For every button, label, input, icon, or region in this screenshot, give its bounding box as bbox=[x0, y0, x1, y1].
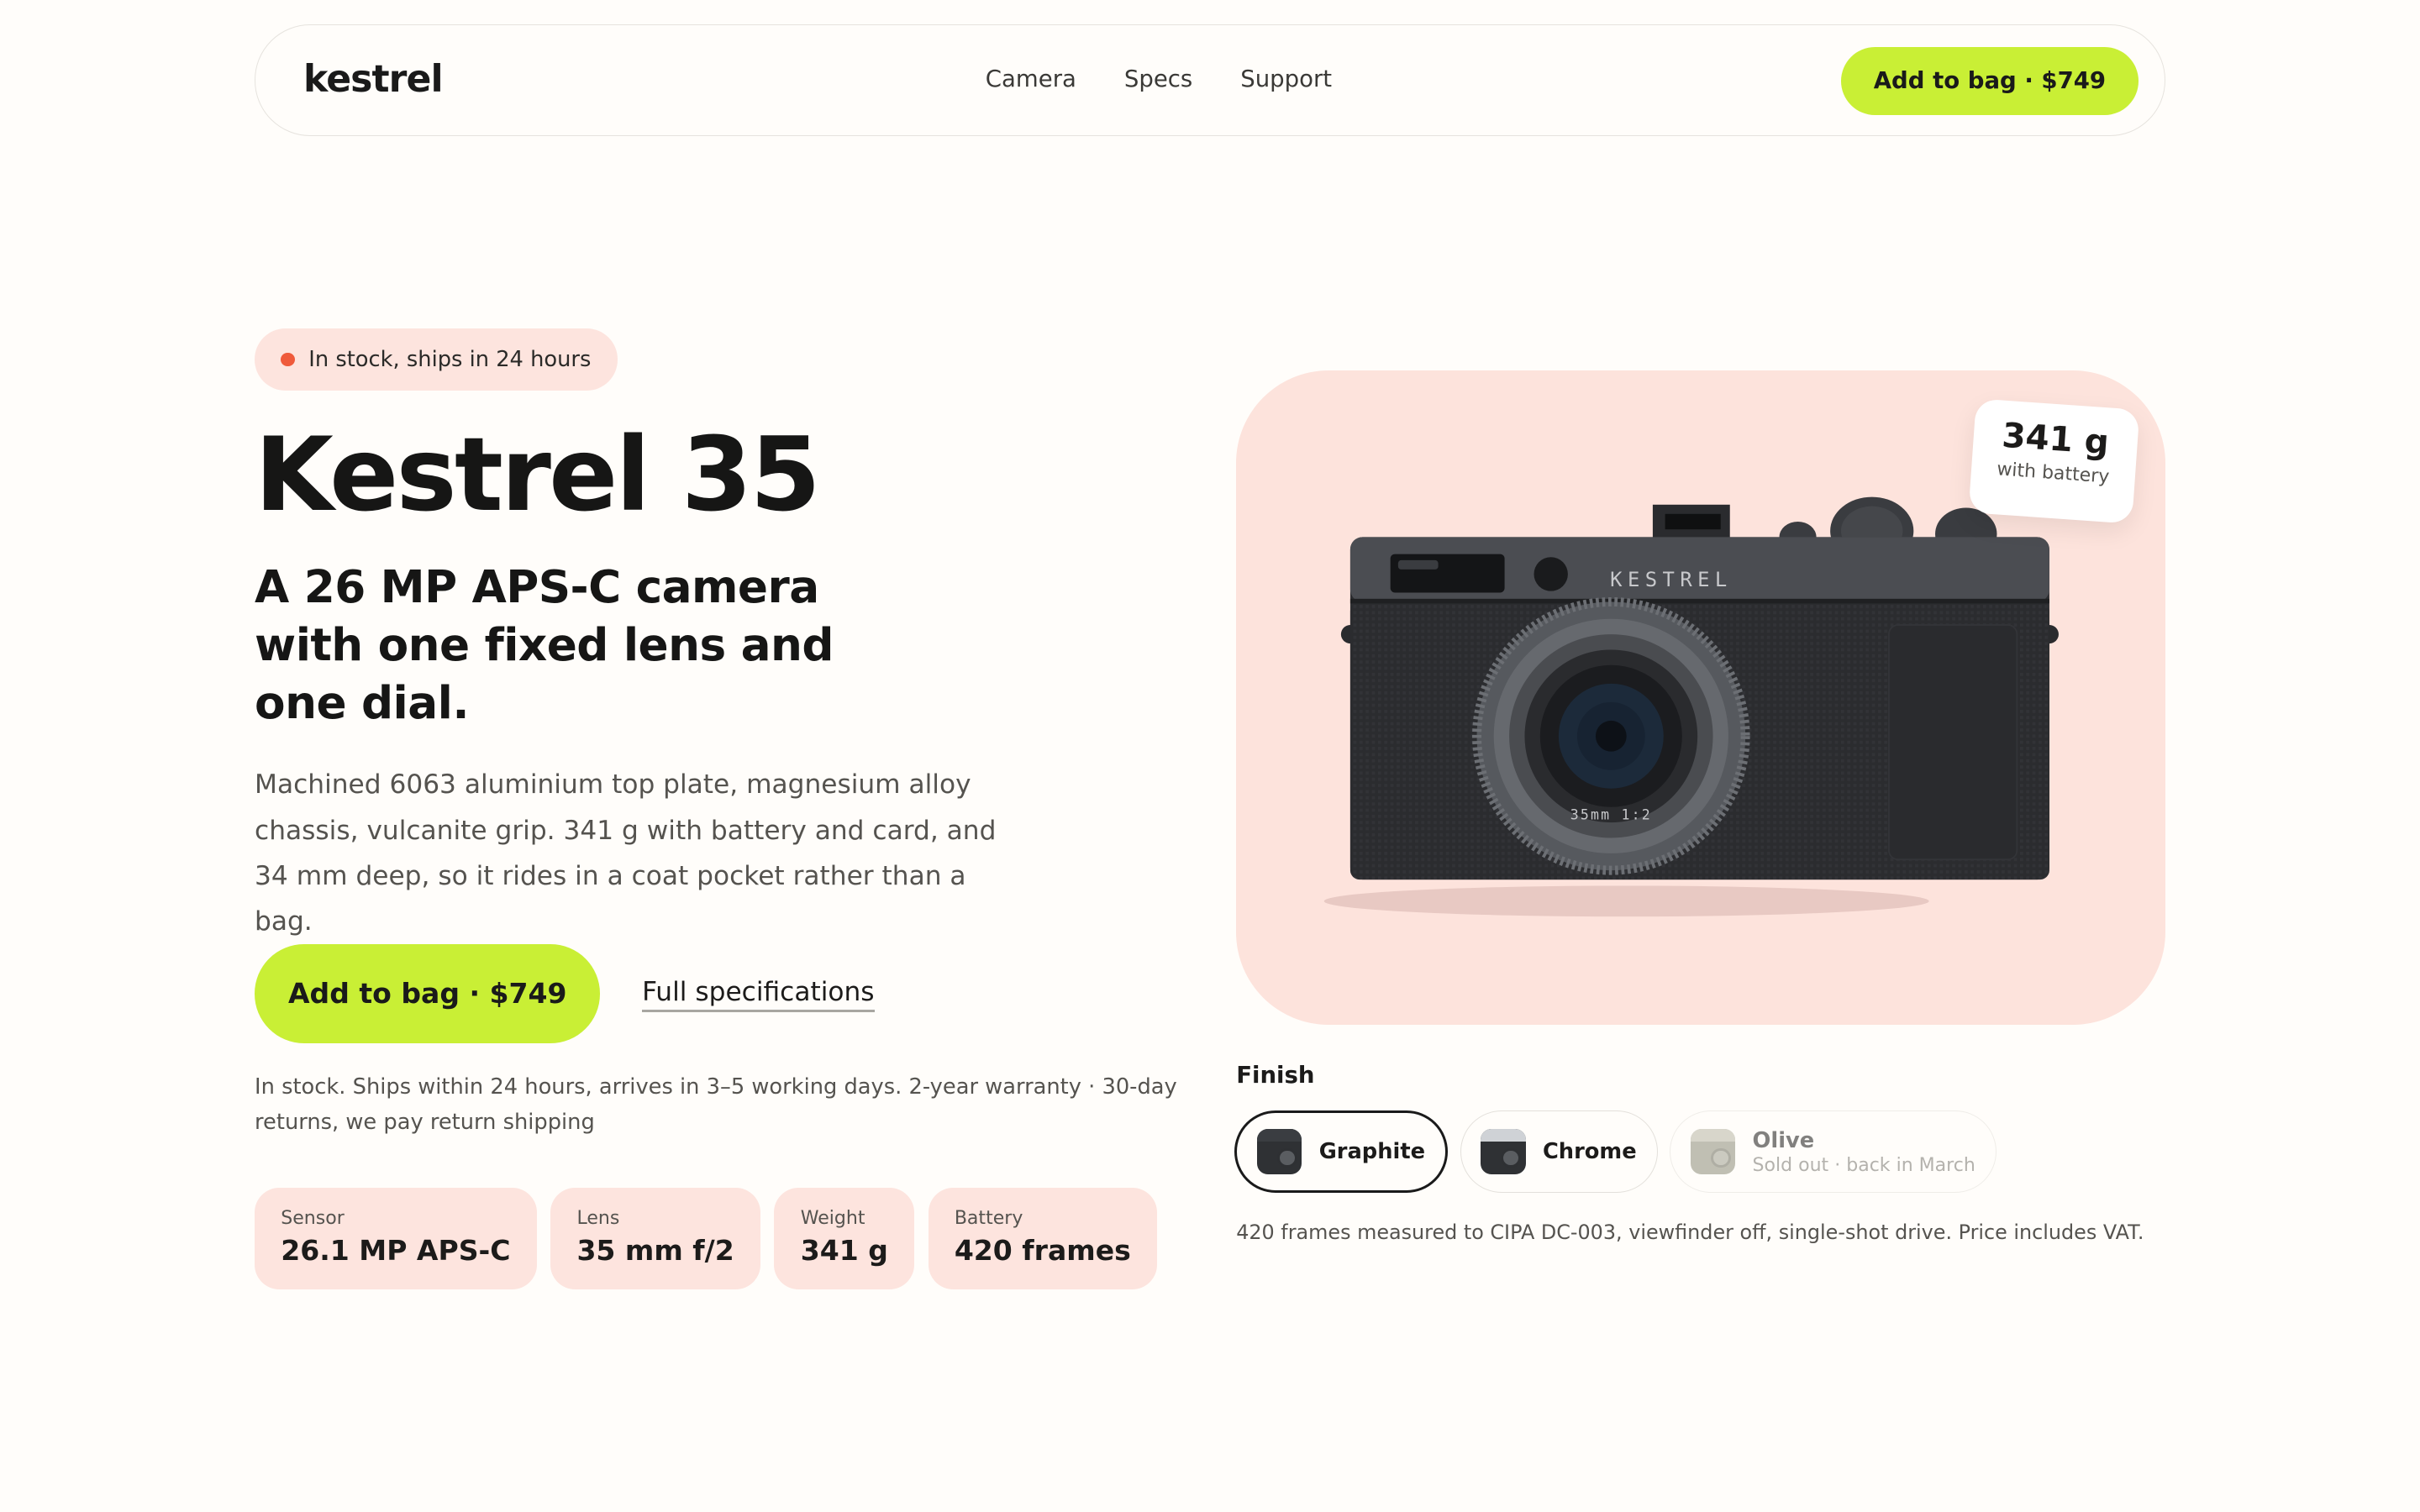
spec-chips: Sensor 26.1 MP APS-C Lens 35 mm f/2 Weig… bbox=[255, 1188, 1158, 1290]
finish-label: Finish bbox=[1236, 1061, 1315, 1089]
finish-option-name: Graphite bbox=[1318, 1139, 1426, 1165]
product-title: Kestrel 35 bbox=[255, 414, 821, 534]
shipping-note: In stock. Ships within 24 hours, arrives… bbox=[255, 1074, 1177, 1136]
nav-links: Camera Specs Support bbox=[986, 66, 1332, 92]
spec-chip-weight: Weight 341 g bbox=[774, 1188, 915, 1290]
spec-chip-sensor: Sensor 26.1 MP APS-C bbox=[255, 1188, 537, 1290]
chrome-swatch-icon bbox=[1481, 1129, 1526, 1174]
graphite-swatch-icon bbox=[1257, 1129, 1302, 1174]
logo[interactable]: kestrel bbox=[303, 58, 444, 101]
spec-value: 26.1 MP APS-C bbox=[281, 1233, 511, 1267]
camera-shadow bbox=[1323, 885, 1929, 916]
spec-value: 420 frames bbox=[954, 1233, 1131, 1267]
stock-badge-text: In stock, ships in 24 hours bbox=[308, 346, 592, 372]
nav-link-specs[interactable]: Specs bbox=[1124, 66, 1192, 92]
weight-tag-value: 341 g bbox=[2001, 414, 2111, 463]
spec-value: 341 g bbox=[800, 1233, 888, 1267]
finish-option-name: Olive bbox=[1752, 1127, 1815, 1153]
full-specifications-link[interactable]: Full specifications bbox=[642, 977, 875, 1013]
finish-option-graphite[interactable]: Graphite bbox=[1234, 1110, 1448, 1193]
product-subtitle: A 26 MP APS-C camera with one fixed lens… bbox=[255, 560, 834, 730]
weight-tag: 341 g with battery bbox=[1968, 398, 2140, 524]
olive-swatch-icon bbox=[1691, 1129, 1736, 1174]
product-description: Machined 6063 aluminium top plate, magne… bbox=[255, 769, 997, 937]
spec-label: Battery bbox=[954, 1208, 1023, 1230]
viewfinder-window bbox=[1390, 554, 1505, 593]
nav-add-to-bag-button[interactable]: Add to bag · $749 bbox=[1841, 47, 2139, 115]
finish-note: 420 frames measured to CIPA DC-003, view… bbox=[1236, 1220, 2144, 1244]
finish-option-olive: Olive Sold out · back in March bbox=[1670, 1110, 1996, 1193]
nav-link-camera[interactable]: Camera bbox=[986, 66, 1076, 92]
nav-link-support[interactable]: Support bbox=[1240, 66, 1332, 92]
spec-label: Weight bbox=[800, 1208, 865, 1230]
spec-chip-battery: Battery 420 frames bbox=[928, 1188, 1158, 1290]
finish-option-status: Sold out · back in March bbox=[1752, 1154, 1975, 1176]
brand-mark: KESTREL bbox=[1610, 568, 1733, 591]
finish-option-chrome[interactable]: Chrome bbox=[1460, 1110, 1658, 1193]
top-nav: kestrel Camera Specs Support Add to bag … bbox=[255, 24, 2165, 136]
finish-option-name: Chrome bbox=[1542, 1139, 1637, 1165]
spec-label: Sensor bbox=[281, 1208, 345, 1230]
finish-options: Graphite Chrome Olive Sold out · back in… bbox=[1234, 1110, 1996, 1193]
spec-label: Lens bbox=[576, 1208, 620, 1230]
status-dot-icon bbox=[281, 352, 295, 367]
add-to-bag-button[interactable]: Add to bag · $749 bbox=[255, 944, 601, 1043]
spec-chip-lens: Lens 35 mm f/2 bbox=[550, 1188, 760, 1290]
stock-badge: In stock, ships in 24 hours bbox=[255, 328, 618, 391]
spec-value: 35 mm f/2 bbox=[576, 1233, 734, 1267]
right-grip bbox=[1888, 623, 2018, 860]
lens-marking: 35mm 1:2 bbox=[1570, 806, 1652, 822]
